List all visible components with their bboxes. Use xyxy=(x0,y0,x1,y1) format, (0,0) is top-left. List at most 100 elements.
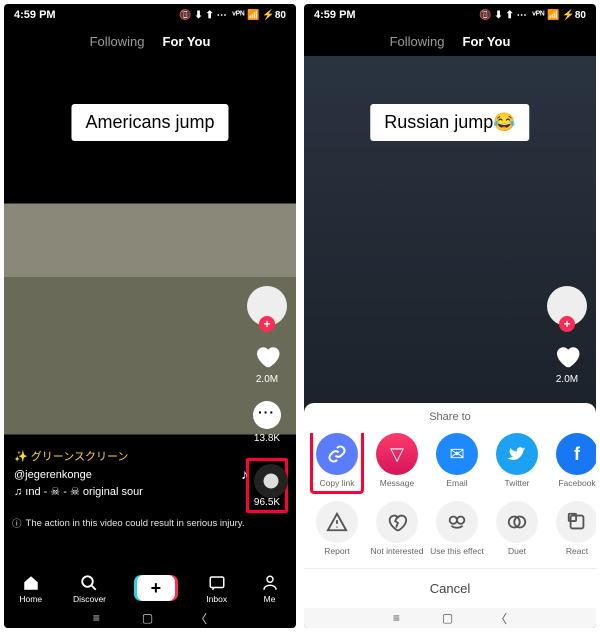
comment-icon xyxy=(253,401,281,429)
duet-icon xyxy=(496,501,538,543)
nav-home-icon[interactable]: ▢ xyxy=(442,611,453,625)
video-area[interactable]: Americans jump + 2.0M 13.8K 96.5K ✨ グリーン… xyxy=(4,56,296,582)
creator-handle[interactable]: @jegerenkonge xyxy=(14,467,236,485)
share-cancel[interactable]: Cancel xyxy=(304,568,596,608)
nav-home-icon[interactable]: ▢ xyxy=(142,611,153,625)
message-icon: ▽ xyxy=(376,433,418,475)
video-caption-overlay: Russian jump😂 xyxy=(370,104,529,141)
effect-icon xyxy=(436,501,478,543)
broken-heart-icon xyxy=(376,501,418,543)
tab-foryou[interactable]: For You xyxy=(163,34,211,49)
share-email[interactable]: ✉ Email xyxy=(430,433,484,488)
nav-back-icon[interactable]: 〈 xyxy=(195,610,207,627)
tab-following[interactable]: Following xyxy=(390,34,445,49)
like-button[interactable]: 2.0M xyxy=(551,340,583,385)
action-use-effect[interactable]: Use this effect xyxy=(430,501,484,556)
sound-disc[interactable] xyxy=(254,464,288,498)
share-label: Copy link xyxy=(320,479,355,488)
tab-foryou[interactable]: For You xyxy=(463,34,511,49)
share-row-actions: Report Not interested Use this effect Du… xyxy=(304,501,596,568)
status-time: 4:59 PM xyxy=(314,9,356,21)
tab-inbox[interactable]: Inbox xyxy=(206,573,228,604)
action-label: Report xyxy=(324,547,350,556)
nav-back-icon[interactable]: 〈 xyxy=(495,610,507,627)
android-nav: ≡ ▢ 〈 xyxy=(304,608,596,628)
feed-tabs: Following For You xyxy=(4,26,296,56)
action-not-interested[interactable]: Not interested xyxy=(370,501,424,556)
action-label: React xyxy=(566,547,588,556)
share-facebook[interactable]: f Facebook xyxy=(550,433,596,488)
tab-discover-label: Discover xyxy=(73,594,106,604)
react-icon xyxy=(556,501,596,543)
share-label: Email xyxy=(446,479,467,488)
warning-text: The action in this video could result in… xyxy=(26,518,245,529)
create-button[interactable]: + xyxy=(137,575,175,601)
tab-following[interactable]: Following xyxy=(90,34,145,49)
share-sheet: Share to Copy link ▽ Message ✉ Email Twi… xyxy=(304,403,596,608)
status-icons: 📵 ⬇ ⬆ ⋯ ᵛᴾᴺ 📶 ⚡80 xyxy=(479,10,586,21)
warning-icon: ⓘ xyxy=(12,516,22,530)
like-count: 2.0M xyxy=(556,374,578,385)
video-meta: ✨ グリーンスクリーン @jegerenkonge ♫ ınd - ☠ - ☠ … xyxy=(14,449,236,502)
follow-plus-icon[interactable]: + xyxy=(559,316,575,332)
effect-tag[interactable]: ✨ グリーンスクリーン xyxy=(14,449,236,467)
phone-left: 4:59 PM 📵 ⬇ ⬆ ⋯ ᵛᴾᴺ 📶 ⚡80 Following For … xyxy=(4,4,296,628)
twitter-icon xyxy=(496,433,538,475)
profile-icon xyxy=(259,573,281,593)
like-button[interactable]: 2.0M xyxy=(251,340,283,385)
nav-menu-icon[interactable]: ≡ xyxy=(93,611,100,625)
tab-home-label: Home xyxy=(19,594,42,604)
tab-me[interactable]: Me xyxy=(259,573,281,604)
share-count: 96.5K xyxy=(254,497,280,508)
tab-me-label: Me xyxy=(264,594,276,604)
status-icons: 📵 ⬇ ⬆ ⋯ ᵛᴾᴺ 📶 ⚡80 xyxy=(179,10,286,21)
facebook-icon: f xyxy=(556,433,596,475)
comment-count: 13.8K xyxy=(254,433,280,444)
action-rail: + 2.0M xyxy=(544,286,590,385)
inbox-icon xyxy=(206,573,228,593)
action-label: Not interested xyxy=(371,547,424,556)
caption-text: Americans jump xyxy=(85,112,214,132)
sound-marquee[interactable]: ♫ ınd - ☠ - ☠ original sour xyxy=(14,484,236,502)
share-sheet-title: Share to xyxy=(304,411,596,423)
share-twitter[interactable]: Twitter xyxy=(490,433,544,488)
bottom-tabbar: Home Discover + Inbox Me xyxy=(4,568,296,608)
video-caption-overlay: Americans jump xyxy=(71,104,228,141)
music-note-icon: ♪ xyxy=(241,466,248,482)
feed-tabs: Following For You xyxy=(304,26,596,56)
nav-menu-icon[interactable]: ≡ xyxy=(393,611,400,625)
creator-avatar[interactable]: + xyxy=(547,286,587,326)
share-message[interactable]: ▽ Message xyxy=(370,433,424,488)
like-count: 2.0M xyxy=(256,374,278,385)
android-nav: ≡ ▢ 〈 xyxy=(4,608,296,628)
share-label: Facebook xyxy=(558,479,595,488)
action-react[interactable]: React xyxy=(550,501,596,556)
share-row-apps: Copy link ▽ Message ✉ Email Twitter f Fa… xyxy=(304,433,596,500)
action-label: Duet xyxy=(508,547,526,556)
share-copy-link[interactable]: Copy link xyxy=(310,433,364,493)
phone-right: 4:59 PM 📵 ⬇ ⬆ ⋯ ᵛᴾᴺ 📶 ⚡80 Following For … xyxy=(304,4,596,628)
home-icon xyxy=(20,573,42,593)
status-bar: 4:59 PM 📵 ⬇ ⬆ ⋯ ᵛᴾᴺ 📶 ⚡80 xyxy=(4,4,296,26)
share-label: Twitter xyxy=(504,479,529,488)
caption-text: Russian jump xyxy=(384,112,493,132)
action-label: Use this effect xyxy=(430,547,484,556)
tab-home[interactable]: Home xyxy=(19,573,42,604)
heart-icon xyxy=(552,341,582,371)
link-icon xyxy=(316,433,358,475)
search-icon xyxy=(78,573,100,593)
action-report[interactable]: Report xyxy=(310,501,364,556)
follow-plus-icon[interactable]: + xyxy=(259,316,275,332)
creator-avatar[interactable]: + xyxy=(247,286,287,326)
safety-warning: ⓘ The action in this video could result … xyxy=(12,516,288,530)
status-bar: 4:59 PM 📵 ⬇ ⬆ ⋯ ᵛᴾᴺ 📶 ⚡80 xyxy=(304,4,596,26)
share-label: Message xyxy=(380,479,415,488)
status-time: 4:59 PM xyxy=(14,9,56,21)
heart-icon xyxy=(252,341,282,371)
email-icon: ✉ xyxy=(436,433,478,475)
report-icon xyxy=(316,501,358,543)
action-duet[interactable]: Duet xyxy=(490,501,544,556)
tab-inbox-label: Inbox xyxy=(206,594,227,604)
comment-button[interactable]: 13.8K xyxy=(251,399,283,444)
tab-discover[interactable]: Discover xyxy=(73,573,106,604)
